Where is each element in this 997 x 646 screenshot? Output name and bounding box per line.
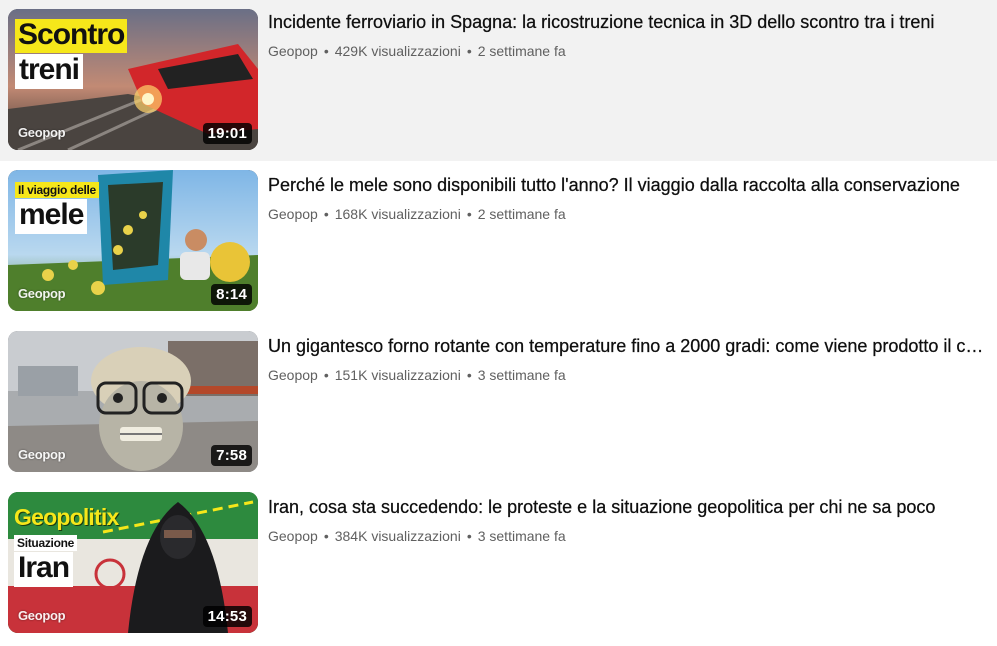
thumbnail-title-badge: Scontro [15, 19, 128, 53]
thumbnail-series-label: Geopolitix [14, 504, 119, 530]
view-count: 151K visualizzazioni [334, 367, 461, 383]
view-count: 168K visualizzazioni [334, 206, 461, 222]
geopop-logo: Geopop [18, 286, 66, 301]
video-item-1[interactable]: Scontro treni Geopop 19:01 Incidente fer… [0, 0, 997, 161]
separator: • [466, 43, 472, 59]
upload-age: 3 settimane fa [477, 367, 566, 383]
thumbnail-title-badge: Il viaggio delle [15, 182, 99, 198]
thumbnail-title-badge: Situazione [14, 535, 78, 551]
video-subtitle: Geopop • 168K visualizzazioni • 2 settimane … [268, 206, 990, 222]
view-count: 429K visualizzazioni [334, 43, 461, 59]
geopop-logo: Geopop [18, 608, 66, 623]
view-count: 384K visualizzazioni [334, 528, 461, 544]
video-subtitle: Geopop • 429K visualizzazioni • 2 settimane … [268, 43, 990, 59]
video-title[interactable]: Un gigantesco forno rotante con temperat… [268, 334, 986, 358]
video-list: Scontro treni Geopop 19:01 Incidente fer… [0, 0, 997, 646]
video-subtitle: Geopop • 151K visualizzazioni • 3 settimane … [268, 367, 990, 383]
upload-age: 2 settimane fa [477, 43, 566, 59]
upload-age: 3 settimane fa [477, 528, 566, 544]
video-thumbnail[interactable]: Il viaggio delle mele Geopop 8:14 [8, 170, 258, 311]
video-title[interactable]: Incidente ferroviario in Spagna: la rico… [268, 10, 986, 34]
channel-name[interactable]: Geopop [268, 367, 318, 383]
video-meta: Iran, cosa sta succedendo: le proteste e… [268, 495, 990, 544]
video-thumbnail[interactable]: Scontro treni Geopop 19:01 [8, 9, 258, 150]
channel-name[interactable]: Geopop [268, 528, 318, 544]
geopop-logo: Geopop [18, 447, 66, 462]
separator: • [323, 367, 329, 383]
separator: • [323, 206, 329, 222]
thumbnail-subtitle-badge: Iran [14, 552, 74, 587]
video-item-4[interactable]: Geopolitix Situazione Iran Geopop 14:53 … [0, 483, 997, 644]
separator: • [466, 206, 472, 222]
thumbnail-subtitle-badge: treni [15, 54, 84, 89]
separator: • [323, 43, 329, 59]
video-meta: Incidente ferroviario in Spagna: la rico… [268, 10, 990, 59]
separator: • [466, 367, 472, 383]
duration-badge: 7:58 [211, 445, 252, 466]
video-thumbnail[interactable]: Geopolitix Situazione Iran Geopop 14:53 [8, 492, 258, 633]
video-meta: Perché le mele sono disponibili tutto l'… [268, 173, 990, 222]
separator: • [323, 528, 329, 544]
video-item-3[interactable]: Geopop 7:58 Un gigantesco forno rotante … [0, 322, 997, 483]
video-title[interactable]: Perché le mele sono disponibili tutto l'… [268, 173, 986, 197]
duration-badge: 8:14 [211, 284, 252, 305]
video-meta: Un gigantesco forno rotante con temperat… [268, 334, 990, 383]
video-item-2[interactable]: Il viaggio delle mele Geopop 8:14 Perché… [0, 161, 997, 322]
duration-badge: 14:53 [202, 606, 252, 627]
video-subtitle: Geopop • 384K visualizzazioni • 3 settimane … [268, 528, 990, 544]
geopop-logo: Geopop [18, 125, 66, 140]
channel-name[interactable]: Geopop [268, 206, 318, 222]
thumbnail-subtitle-badge: mele [15, 199, 88, 234]
channel-name[interactable]: Geopop [268, 43, 318, 59]
upload-age: 2 settimane fa [477, 206, 566, 222]
video-title[interactable]: Iran, cosa sta succedendo: le proteste e… [268, 495, 986, 519]
video-thumbnail[interactable]: Geopop 7:58 [8, 331, 258, 472]
separator: • [466, 528, 472, 544]
duration-badge: 19:01 [202, 123, 252, 144]
